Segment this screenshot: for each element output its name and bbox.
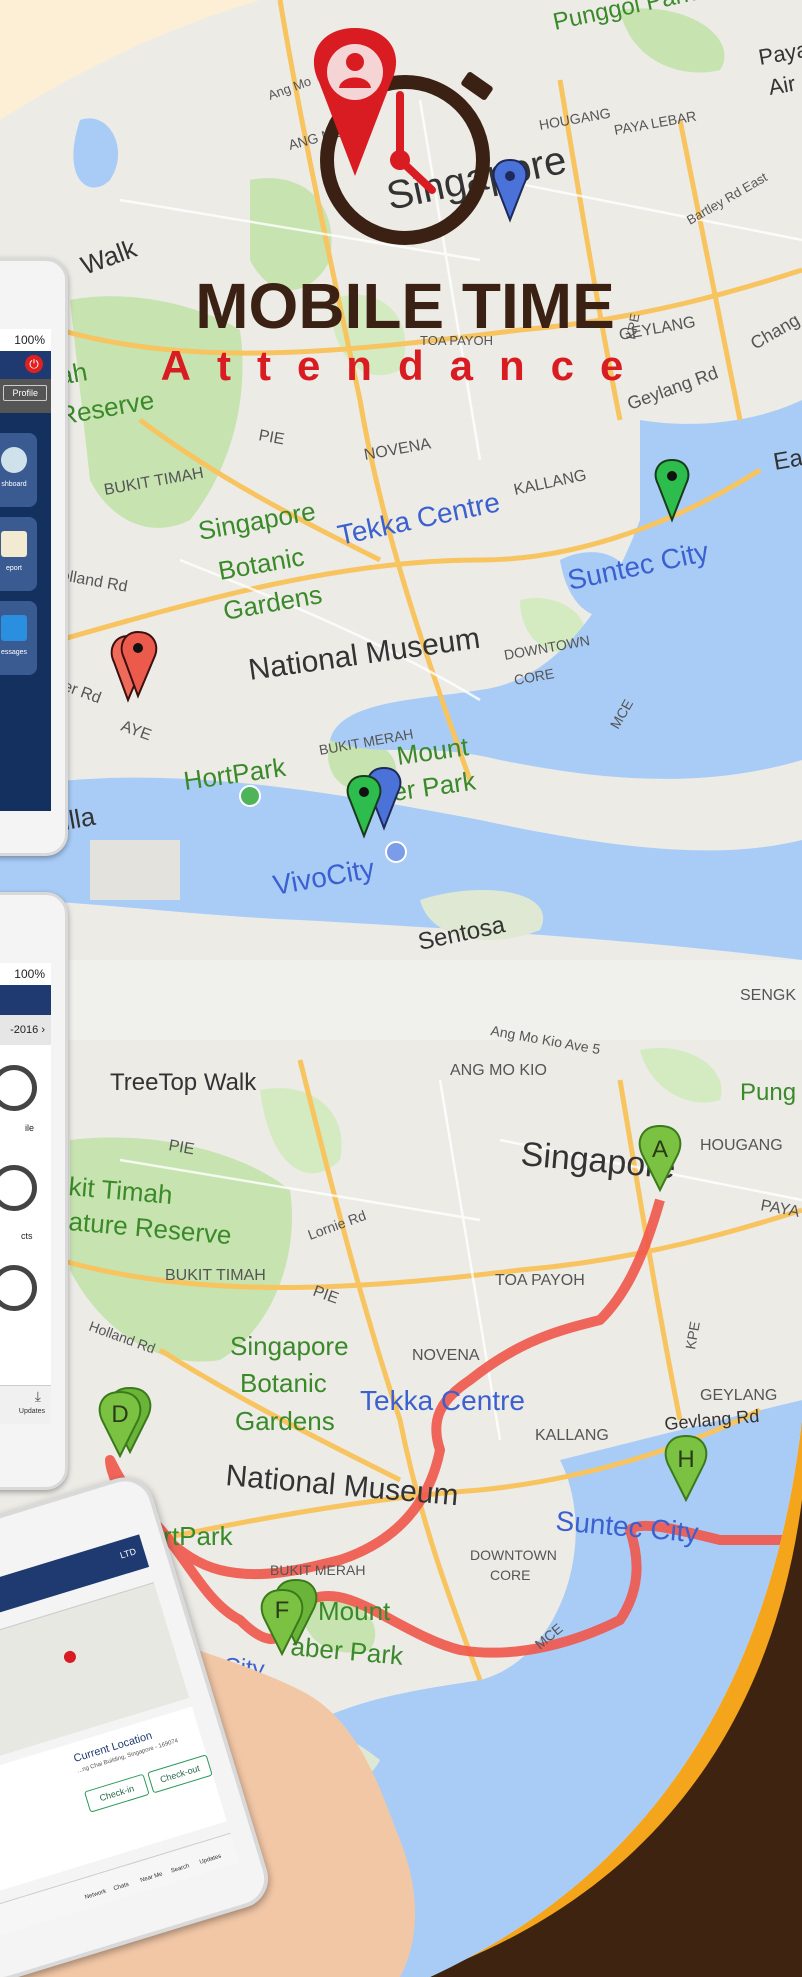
power-icon[interactable]: ⏻ [25,355,43,373]
menu-circle-icon[interactable] [0,1265,37,1311]
bottom-map-label: NOVENA [412,1347,480,1364]
dashboard-screen: shboard eport essages [0,413,51,811]
company-suffix: LTD [118,1546,138,1561]
profile-item-label: ile [25,1123,35,1133]
messages-tile-label: essages [0,649,28,656]
profile-bar: Profile [0,379,51,413]
tab-updates[interactable]: Updates [199,1854,222,1866]
date-text: -2016 [10,1024,39,1036]
contacts-item-label: cts [21,1231,33,1241]
phone-dashboard: 100% ⏻ Profile shboard eport essages [0,258,68,856]
bottom-map-label: TOA PAYOH [495,1272,585,1289]
route-marker-label-h: H [677,1446,694,1473]
report-icon [1,531,27,557]
route-marker-label-d: D [111,1401,128,1428]
top-map-label: Ea [771,444,802,476]
bottom-map-label: Mount [318,1596,391,1626]
checkout-button[interactable]: Check-out [147,1754,213,1794]
vivocity-icon [385,841,407,863]
route-marker-label-a: A [652,1136,668,1163]
status-bar: 100% [0,963,51,985]
top-map-label: Air [767,71,798,100]
bottom-map-label: BUKIT TIMAH [165,1267,266,1284]
map-blend [0,960,802,1040]
status-bar: 100% [0,329,51,351]
bottom-tabbar: ⤓ Updates [0,1385,51,1424]
battery-text: 100% [14,333,45,347]
bottom-map-label: DOWNTOWN [470,1547,557,1563]
bottom-map-label: HOUGANG [700,1137,783,1154]
dashboard-tile[interactable]: shboard [0,433,37,507]
tab-search[interactable]: Search [170,1863,190,1874]
phone-menu: 100% -2016 › ile cts ⤓ Updates [0,892,68,1490]
report-tile-label: eport [6,565,22,572]
top-navbar: ⏻ [0,351,51,379]
tab-chats[interactable]: Chats [113,1882,130,1892]
bottom-map-label: SENGK [740,987,796,1004]
brand-subtitle: Attendance [161,342,650,389]
updates-icon[interactable]: ⤓ [35,1388,41,1405]
bottom-map-label: TreeTop Walk [110,1069,257,1096]
bottom-map-label: GEYLANG [700,1387,777,1404]
bottom-map-label: Gardens [235,1406,335,1436]
bottom-map-label: BUKIT MERAH [270,1562,365,1578]
bottom-map-label: ANG MO KIO [450,1062,547,1079]
contacts-circle-icon[interactable] [0,1165,37,1211]
poster: Punggol Park Paya Air HOUGANG PAYA LEBAR Bart… [0,0,802,1977]
date-bar[interactable]: -2016 › [0,1015,51,1045]
dashboard-tile-label: shboard [1,481,27,488]
report-tile[interactable]: eport [0,517,37,591]
checkin-button[interactable]: Check-in [83,1773,150,1813]
updates-tab-label[interactable]: Updates [19,1408,45,1415]
bottom-map-label: KALLANG [535,1427,609,1444]
bottom-map-label: CORE [490,1567,530,1583]
bottom-map-label: Singapore [230,1331,349,1361]
profile-button[interactable]: Profile [3,385,47,401]
brand-title: MOBILE TIME [195,270,615,342]
route-marker-label-f: F [275,1597,290,1624]
bottom-map-label: Botanic [240,1368,327,1398]
top-navbar [0,985,51,1015]
dashboard-icon [1,447,27,473]
messages-icon [1,615,27,641]
messages-tile[interactable]: essages [0,601,37,675]
tab-network[interactable]: Network [84,1889,107,1901]
port-area [90,840,180,900]
battery-text: 100% [14,967,45,981]
profile-circle-icon[interactable] [0,1065,37,1111]
hortpark-icon [239,785,261,807]
bottom-map-label: Pung [740,1079,796,1106]
location-pin-icon [62,1649,78,1665]
bottom-map-label: Tekka Centre [360,1385,525,1416]
menu-list: ile cts [0,1045,51,1415]
tab-near-me[interactable]: Near Me [140,1871,164,1883]
